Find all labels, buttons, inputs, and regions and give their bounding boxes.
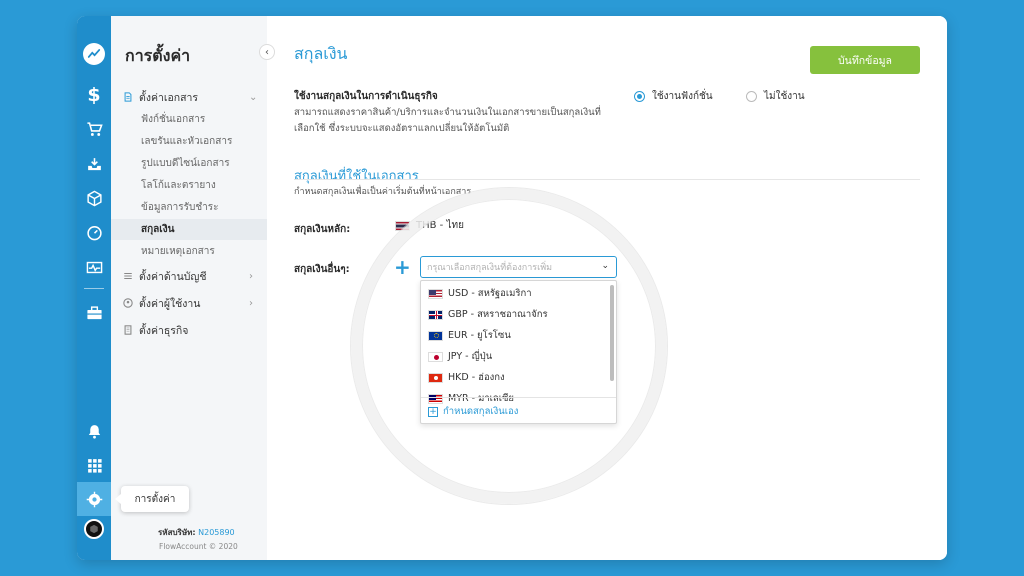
currency-option-gbp[interactable]: GBP - สหราชอาณาจักร <box>421 304 611 325</box>
sidebar-item-currency[interactable]: สกุลเงิน <box>111 219 267 240</box>
currency-select[interactable]: กรุณาเลือกสกุลเงินที่ต้องการเพิ่ม ⌄ <box>420 256 617 278</box>
plus-square-icon: + <box>428 406 438 417</box>
main-currency-text: THB - ไทย <box>416 220 464 231</box>
us-flag-icon <box>428 288 443 299</box>
sidebar-item-design[interactable]: รูปแบบดีไซน์เอกสาร <box>111 153 267 174</box>
currency-feature-label: ใช้งานสกุลเงินในการดำเนินธุรกิจ <box>294 91 438 102</box>
other-currency-label: สกุลเงินอื่นๆ: <box>294 264 350 275</box>
settings-sidebar: การตั้งค่า ตั้งค่าเอกสาร ⌄ ฟังก์ชั่นเอกส… <box>111 16 267 560</box>
sidebar-group-accounting[interactable]: ตั้งค่าด้านบัญชี › <box>123 267 253 285</box>
main-currency-label: สกุลเงินหลัก: <box>294 224 351 235</box>
currency-option-label: EUR - ยูโรโซน <box>448 330 511 341</box>
uk-flag-icon <box>428 309 443 320</box>
currency-option-label: GBP - สหราชอาณาจักร <box>448 309 548 320</box>
currency-dropdown[interactable]: USD - สหรัฐอเมริกา GBP - สหราชอาณาจักร E… <box>420 280 617 424</box>
box-icon[interactable] <box>77 185 111 211</box>
inbox-icon[interactable] <box>77 151 111 177</box>
radio-disable[interactable]: ไม่ใช้งาน <box>746 89 805 104</box>
sidebar-group-label: ตั้งค่าธุรกิจ <box>139 324 189 337</box>
sidebar-item-functions[interactable]: ฟังก์ชั่นเอกสาร <box>111 109 267 130</box>
chevron-down-icon: ⌄ <box>601 261 609 271</box>
sidebar-group-label: ตั้งค่าเอกสาร <box>139 91 199 104</box>
icon-rail: $ <box>77 16 111 560</box>
chevron-down-icon: ⌄ <box>249 91 258 103</box>
chevron-left-icon: ‹ <box>265 46 269 58</box>
eu-flag-icon <box>428 330 443 341</box>
trend-icon[interactable] <box>83 43 105 65</box>
settings-tooltip: การตั้งค่า <box>115 486 189 512</box>
radio-enable[interactable]: ใช้งานฟังก์ชั่น <box>634 89 713 104</box>
sidebar-item-payment[interactable]: ข้อมูลการรับชำระ <box>111 197 267 218</box>
jp-flag-icon <box>428 351 443 362</box>
currency-select-placeholder: กรุณาเลือกสกุลเงินที่ต้องการเพิ่ม <box>427 263 553 273</box>
dollar-icon[interactable]: $ <box>77 82 111 108</box>
gear-icon[interactable] <box>77 482 111 516</box>
sidebar-item-notes[interactable]: หมายเหตุเอกสาร <box>111 241 267 262</box>
bell-icon[interactable] <box>77 418 111 444</box>
chevron-right-icon: › <box>249 270 253 282</box>
dropdown-divider <box>421 397 616 398</box>
currency-option-label: HKD - ฮ่องกง <box>448 372 505 383</box>
currency-option-usd[interactable]: USD - สหรัฐอเมริกา <box>421 283 611 304</box>
sidebar-group-label: ตั้งค่าผู้ใช้งาน <box>139 297 201 310</box>
chevron-right-icon: › <box>249 297 253 309</box>
currency-feature-desc: สามารถแสดงราคาสินค้า/บริการและจำนวนเงินใ… <box>294 107 601 134</box>
gauge-icon[interactable] <box>77 219 111 245</box>
user-icon <box>123 298 133 308</box>
custom-currency-option[interactable]: + กำหนดสกุลเงินเอง <box>428 404 519 419</box>
company-code: รหัสบริษัท: N205890 <box>158 526 235 539</box>
building-icon <box>124 325 132 335</box>
sidebar-group-label: ตั้งค่าด้านบัญชี <box>139 270 207 283</box>
pulse-icon[interactable] <box>77 254 111 280</box>
radio-dot[interactable] <box>746 91 757 102</box>
th-flag-icon <box>395 220 410 231</box>
sidebar-group-users[interactable]: ตั้งค่าผู้ใช้งาน › <box>123 294 253 312</box>
main-currency-value: THB - ไทย <box>395 218 464 233</box>
sidebar-title: การตั้งค่า <box>125 46 191 65</box>
sidebar-item-numbering[interactable]: เลขรันและหัวเอกสาร <box>111 131 267 152</box>
currency-option-jpy[interactable]: JPY - ญี่ปุ่น <box>421 346 611 367</box>
main-content: สกุลเงิน บันทึกข้อมูล ใช้งานสกุลเงินในกา… <box>267 16 947 560</box>
currency-option-label: USD - สหรัฐอเมริกา <box>448 288 532 299</box>
cart-icon[interactable] <box>77 116 111 142</box>
list-icon <box>124 272 132 280</box>
rail-divider <box>84 288 104 289</box>
my-flag-icon <box>428 393 443 404</box>
currency-section-desc: กำหนดสกุลเงินเพื่อเป็นค่าเริ่มต้นที่หน้า… <box>294 187 472 197</box>
page-title: สกุลเงิน <box>294 44 348 63</box>
dropdown-scrollbar[interactable] <box>610 285 614 381</box>
collapse-sidebar-button[interactable]: ‹ <box>259 44 275 60</box>
sidebar-group-business[interactable]: ตั้งค่าธุรกิจ <box>123 321 188 339</box>
sidebar-item-logo[interactable]: โลโก้และตรายาง <box>111 175 267 196</box>
add-currency-button[interactable]: + <box>394 257 411 277</box>
company-code-value: N205890 <box>198 528 235 537</box>
save-button[interactable]: บันทึกข้อมูล <box>810 46 920 74</box>
radio-dot-checked[interactable] <box>634 91 645 102</box>
company-avatar[interactable] <box>84 519 104 539</box>
section-divider <box>294 179 920 180</box>
currency-section-title: สกุลเงินที่ใช้ในเอกสาร <box>294 169 419 184</box>
hk-flag-icon <box>428 372 443 383</box>
copyright: FlowAccount © 2020 <box>159 542 238 551</box>
app-window: $ การตั้งค่า ตั้งค่าเอกสาร ⌄ ฟังก์ชั่นเอ… <box>77 16 947 560</box>
company-code-label: รหัสบริษัท: <box>158 528 196 537</box>
document-icon <box>124 92 132 102</box>
currency-option-label: JPY - ญี่ปุ่น <box>448 351 493 362</box>
currency-option-eur[interactable]: EUR - ยูโรโซน <box>421 325 611 346</box>
currency-option-hkd[interactable]: HKD - ฮ่องกง <box>421 367 611 388</box>
custom-currency-label: กำหนดสกุลเงินเอง <box>443 406 519 417</box>
sidebar-group-document[interactable]: ตั้งค่าเอกสาร ⌄ <box>123 88 257 106</box>
radio-disable-label: ไม่ใช้งาน <box>764 91 805 102</box>
radio-enable-label: ใช้งานฟังก์ชั่น <box>652 91 713 102</box>
grid-icon[interactable] <box>77 452 111 478</box>
briefcase-icon[interactable] <box>77 300 111 326</box>
